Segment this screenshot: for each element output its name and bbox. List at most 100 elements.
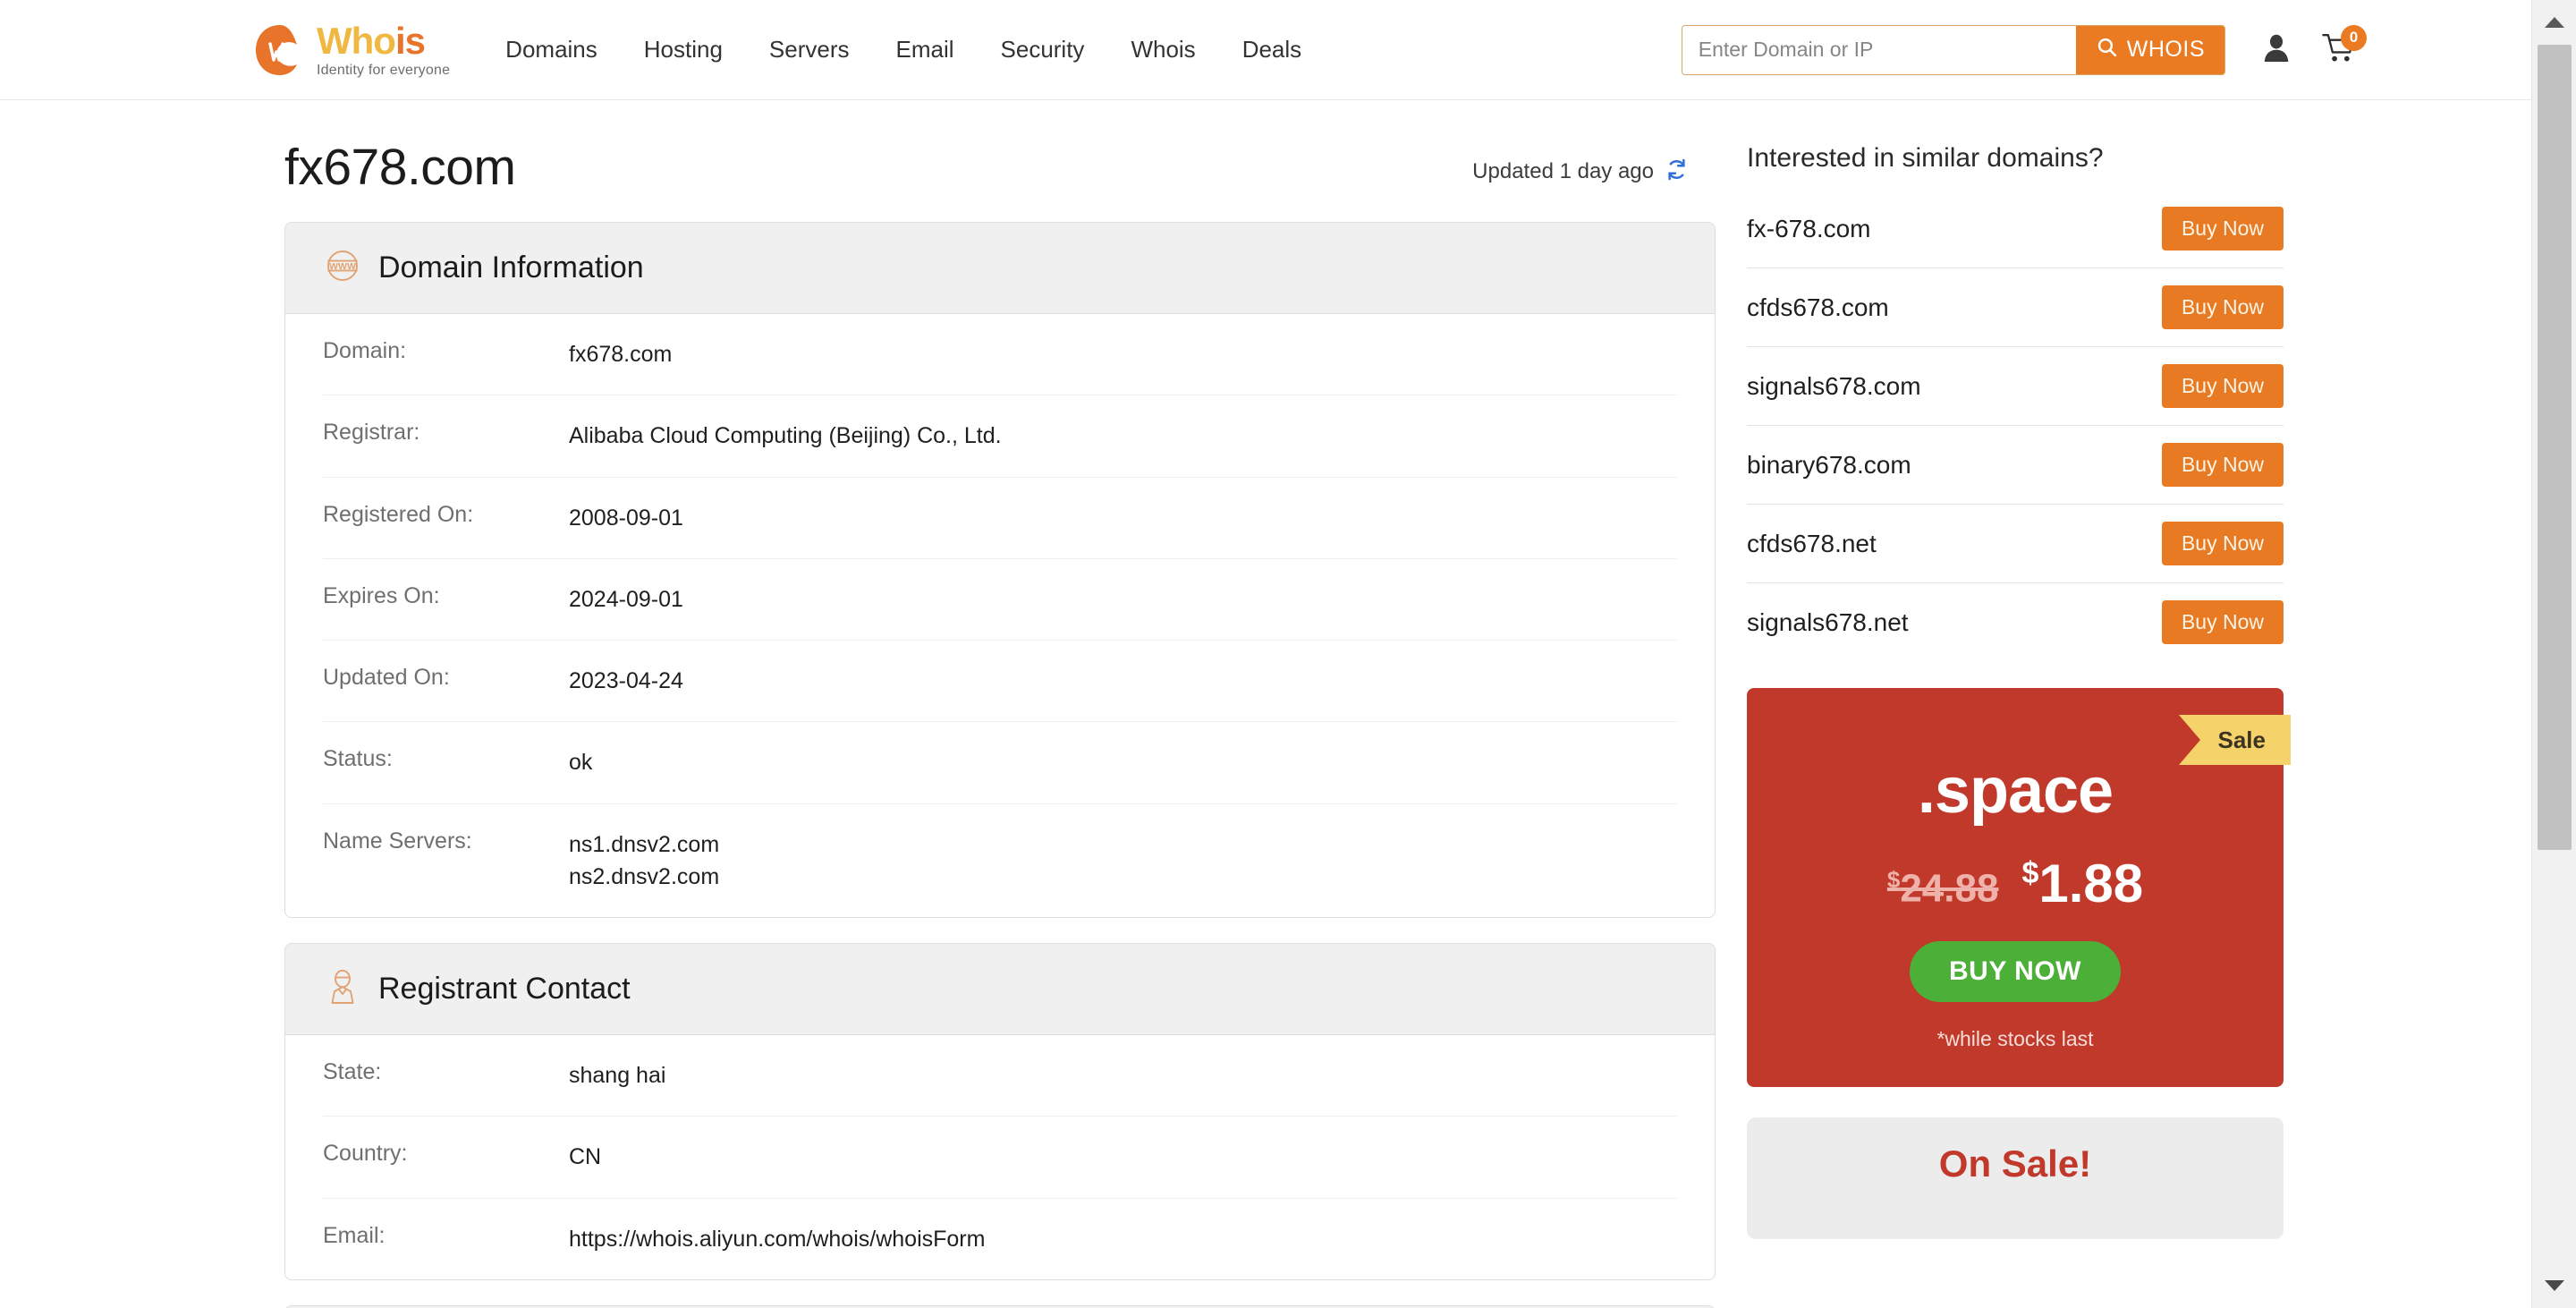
similar-domain-name[interactable]: binary678.com <box>1747 451 1911 480</box>
row-value: 2023-04-24 <box>569 668 683 693</box>
promo-card[interactable]: Sale .space $24.88 $1.88 BUY NOW *while … <box>1747 688 2291 1087</box>
buy-now-button[interactable]: Buy Now <box>2161 207 2284 251</box>
header-actions: WHOIS 0 <box>1681 24 2367 75</box>
main-column: fx678.com Updated 1 day ago WWW Domain I… <box>284 100 1716 1308</box>
table-row: Email: https://whois.aliyun.com/whois/wh… <box>323 1199 1677 1279</box>
svg-text:WWW: WWW <box>329 261 356 272</box>
row-value: fx678.com <box>569 342 673 367</box>
similar-domain-name[interactable]: cfds678.com <box>1747 293 1889 322</box>
nav-item-domains[interactable]: Domains <box>505 36 597 64</box>
row-value: 2008-09-01 <box>569 505 683 531</box>
row-label: Country: <box>323 1141 408 1167</box>
promo-buy-now-button[interactable]: BUY NOW <box>1910 941 2121 1002</box>
cart-button[interactable]: 0 <box>2322 24 2367 67</box>
list-item: signals678.net Buy Now <box>1747 583 2284 661</box>
row-value: https://whois.aliyun.com/whois/whoisForm <box>569 1226 986 1252</box>
row-label: Name Servers: <box>323 828 472 854</box>
table-row: Expires On: 2024-09-01 <box>323 559 1677 641</box>
list-item: cfds678.net Buy Now <box>1747 505 2284 583</box>
row-label: Updated On: <box>323 665 450 690</box>
similar-domain-name[interactable]: signals678.net <box>1747 608 1909 637</box>
row-label: Status: <box>323 746 393 772</box>
registrant-contact-card-header: Registrant Contact <box>285 944 1715 1035</box>
sale-ribbon-label: Sale <box>2217 726 2267 753</box>
table-row: Registered On: 2008-09-01 <box>323 478 1677 559</box>
buy-now-button[interactable]: Buy Now <box>2161 522 2284 565</box>
buy-now-button[interactable]: Buy Now <box>2161 443 2284 487</box>
row-label: Registered On: <box>323 501 474 527</box>
currency-symbol: $ <box>1886 866 1901 894</box>
table-row: State: shang hai <box>323 1035 1677 1117</box>
promo-new-price: $1.88 <box>2021 853 2143 914</box>
promo-note: *while stocks last <box>1936 1027 2094 1050</box>
table-row: Updated On: 2023-04-24 <box>323 641 1677 723</box>
account-icon[interactable] <box>2263 33 2290 66</box>
similar-domains-title: Interested in similar domains? <box>1747 143 2104 173</box>
registrant-contact-card-body: State: shang hai Country: CN Email: http… <box>285 1035 1715 1279</box>
row-value: ok <box>569 750 593 776</box>
buy-now-button[interactable]: Buy Now <box>2161 285 2284 329</box>
list-item: signals678.com Buy Now <box>1747 347 2284 426</box>
registrant-contact-card-title: Registrant Contact <box>378 972 631 1006</box>
whois-search-button[interactable]: WHOIS <box>2075 25 2224 74</box>
table-row: Name Servers: ns1.dnsv2.com ns2.dnsv2.co… <box>323 804 1677 918</box>
registrant-contact-card: Registrant Contact State: shang hai Coun… <box>284 943 1716 1280</box>
row-label: Registrar: <box>323 420 420 446</box>
list-item: binary678.com Buy Now <box>1747 426 2284 505</box>
scrollbar-up-button[interactable] <box>2532 0 2576 45</box>
scrollbar-down-button[interactable] <box>2532 1263 2576 1308</box>
nav-item-whois[interactable]: Whois <box>1131 36 1195 64</box>
promo-prices: $24.88 $1.88 <box>1747 853 2284 914</box>
nav-item-email[interactable]: Email <box>896 36 954 64</box>
list-item: fx-678.com Buy Now <box>1747 190 2284 268</box>
scrollbar-thumb[interactable] <box>2538 45 2572 850</box>
page-scrollbar[interactable] <box>2531 0 2576 1308</box>
table-row: Country: CN <box>323 1117 1677 1199</box>
row-label: Email: <box>323 1222 386 1248</box>
www-globe-icon: WWW <box>323 246 362 290</box>
refresh-icon[interactable] <box>1665 157 1689 186</box>
last-updated-text: Updated 1 day ago <box>1472 159 1654 183</box>
chevron-down-icon <box>2545 1280 2564 1291</box>
search-input[interactable] <box>1682 25 2076 74</box>
buy-now-button[interactable]: Buy Now <box>2161 364 2284 408</box>
currency-symbol: $ <box>2021 856 2039 890</box>
table-row: Domain: fx678.com <box>323 314 1677 396</box>
main-nav: Domains Hosting Servers Email Security W… <box>505 36 1301 64</box>
on-sale-card-title: On Sale! <box>1938 1142 2092 1185</box>
domain-information-card: WWW Domain Information Domain: fx678.com… <box>284 222 1716 918</box>
person-icon <box>323 967 362 1011</box>
similar-domain-name[interactable]: signals678.com <box>1747 372 1921 401</box>
whois-search-button-label: WHOIS <box>2126 37 2205 62</box>
cart-count-badge: 0 <box>2341 24 2367 51</box>
logo-word-secondary: is <box>394 19 426 62</box>
chevron-up-icon <box>2545 17 2564 28</box>
sidebar: Interested in similar domains? fx-678.co… <box>1747 100 2291 1308</box>
search-icon <box>2096 36 2118 64</box>
logo-word-primary: Who <box>317 19 396 62</box>
domain-information-card-header: WWW Domain Information <box>285 223 1715 314</box>
domain-title-row: fx678.com Updated 1 day ago <box>284 138 1716 197</box>
table-row: Registrar: Alibaba Cloud Computing (Beij… <box>323 395 1677 478</box>
similar-domain-name[interactable]: fx-678.com <box>1747 215 1871 243</box>
promo-old-price: $24.88 <box>1887 866 1999 912</box>
nav-item-hosting[interactable]: Hosting <box>644 36 723 64</box>
sale-ribbon: Sale <box>2178 715 2291 765</box>
nav-item-security[interactable]: Security <box>1001 36 1085 64</box>
nav-item-deals[interactable]: Deals <box>1242 36 1301 64</box>
on-sale-card[interactable]: On Sale! <box>1747 1117 2284 1239</box>
site-header: Whois Identity for everyone Domains Host… <box>0 0 2531 100</box>
whois-logo-icon <box>252 22 308 78</box>
nav-item-servers[interactable]: Servers <box>769 36 850 64</box>
row-label: State: <box>323 1059 382 1084</box>
row-value: Alibaba Cloud Computing (Beijing) Co., L… <box>569 423 1002 449</box>
row-value: 2024-09-01 <box>569 586 683 612</box>
table-row: Status: ok <box>323 722 1677 804</box>
site-logo[interactable]: Whois Identity for everyone <box>252 19 450 78</box>
row-label: Expires On: <box>323 582 440 608</box>
buy-now-button[interactable]: Buy Now <box>2161 600 2284 644</box>
whois-search-box: WHOIS <box>1681 24 2225 75</box>
promo-new-price-value: 1.88 <box>2038 854 2144 913</box>
similar-domain-name[interactable]: cfds678.net <box>1747 530 1877 558</box>
page-body: fx678.com Updated 1 day ago WWW Domain I… <box>0 100 2531 1308</box>
